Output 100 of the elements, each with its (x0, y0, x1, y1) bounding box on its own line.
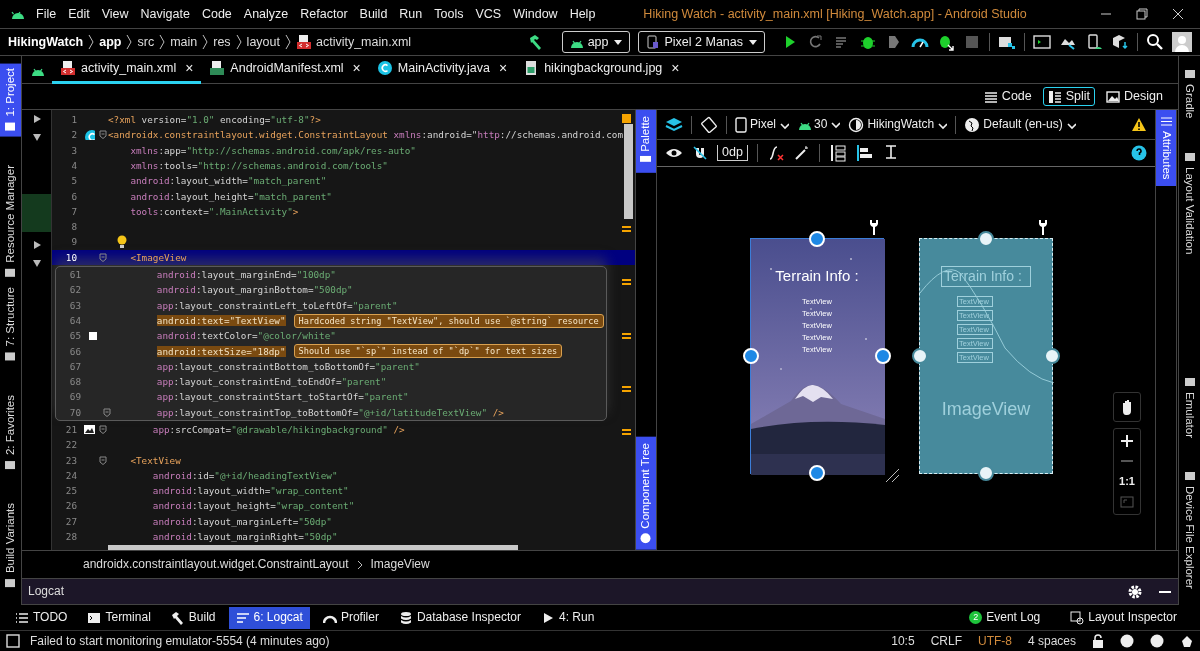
breadcrumb-item[interactable]: layout (246, 34, 280, 50)
line-number: 61 (68, 269, 82, 281)
code-line: <?xml version="1.0" encoding="utf-8"?> (108, 114, 321, 126)
line-number: 63 (68, 299, 82, 311)
cursor-position[interactable]: 10:5 (891, 633, 915, 649)
tool-window-tab[interactable]: Build Variants (0, 498, 21, 593)
menu-item[interactable]: Run (393, 6, 429, 22)
breadcrumb-item[interactable]: res (213, 34, 231, 50)
editor-tab[interactable]: activity_main.xml × (52, 55, 202, 84)
module-dropdown[interactable]: app (561, 31, 631, 53)
component-tree-tab[interactable]: Component Tree (636, 437, 656, 550)
breadcrumb-item[interactable]: activity_main.xml (315, 34, 412, 50)
code-line: android:layout_width="wrap_content" (151, 485, 349, 497)
tool-window-tab[interactable]: Emulator (1179, 372, 1200, 443)
code-line: app:layout_constraintBottom_toBottomOf="parent" (155, 360, 420, 372)
menu-item[interactable]: Edit (62, 6, 96, 22)
code-line: <TextView (129, 454, 181, 466)
code-line: <ImageView (129, 251, 187, 263)
tool-window-tab[interactable]: Build (163, 606, 223, 629)
code-line: android:layout_marginLeft="50dp" (151, 515, 332, 527)
margin-field[interactable]: 0dp (717, 145, 748, 161)
layout-inspector-tab[interactable]: Layout Inspector (1063, 606, 1184, 629)
menu-item[interactable]: Help (563, 6, 602, 22)
line-number: 68 (68, 376, 82, 388)
theme-dropdown[interactable]: HikingWatch (848, 116, 948, 133)
tool-window-tab[interactable]: Database Inspector (391, 606, 528, 629)
line-number: 69 (68, 391, 82, 403)
menu-item[interactable]: Navigate (134, 6, 196, 22)
close-tab-button[interactable]: × (671, 59, 680, 77)
window-title: Hiking Watch - activity_main.xml [Hiking_Watch.app] - Android Studio (643, 6, 1027, 22)
line-number: 28 (64, 531, 78, 543)
line-number: 7 (70, 205, 78, 217)
menu-item[interactable]: Window (507, 6, 564, 22)
tool-window-tab[interactable]: 7: Structure (0, 283, 21, 367)
close-tab-button[interactable]: × (185, 59, 194, 77)
locale-dropdown[interactable]: Default (en-us) (964, 116, 1076, 133)
breadcrumb-item[interactable]: HikingWatch (8, 34, 84, 50)
palette-tab[interactable]: Palette (636, 110, 656, 173)
line-number: 1 (70, 114, 78, 126)
menu-item[interactable]: View (95, 6, 135, 22)
breadcrumb-item[interactable]: main (170, 34, 198, 50)
line-number: 9 (70, 236, 78, 248)
file-encoding[interactable]: UTF-8 (977, 633, 1012, 649)
indent-setting[interactable]: 4 spaces (1027, 633, 1076, 649)
line-number: 3 (70, 144, 78, 156)
line-number: 70 (68, 406, 82, 418)
code-line: android:layout_marginRight="50dp" (151, 531, 338, 543)
tool-window-tab[interactable]: 4: Run (533, 606, 602, 629)
device-dropdown[interactable]: Pixel (735, 116, 789, 133)
line-number: 21 (64, 424, 78, 436)
tool-window-tab[interactable]: Terminal (80, 606, 158, 629)
tool-window-tab[interactable]: Profiler (315, 606, 386, 629)
line-number: 26 (64, 500, 78, 512)
tool-window-tab[interactable]: TODO (8, 606, 75, 629)
editor-tab[interactable]: AndroidManifest.xml × (201, 55, 369, 84)
code-line: <androidx.constraintlayout.widget.ConstraintLayout xmlns:android="http://schemas.android.com (108, 129, 623, 141)
line-number: 22 (64, 439, 78, 451)
tool-window-tab[interactable]: 2: Favorites (0, 390, 21, 475)
actual-size-button[interactable]: 1:1 (1119, 475, 1135, 489)
code-line: android:layout_width="match_parent" (129, 175, 327, 187)
editor-tab[interactable]: hikingbackground.jpg × (515, 55, 688, 84)
line-number: 10 (64, 251, 78, 263)
view-mode-button[interactable]: Split (1042, 87, 1096, 106)
breadcrumb-item[interactable]: androidx.constraintlayout.widget.ConstraintLayout (83, 557, 349, 572)
menu-item[interactable]: File (30, 6, 63, 22)
menu-item[interactable]: Analyze (237, 6, 295, 22)
line-number: 66 (68, 345, 82, 357)
attributes-tab[interactable]: Attributes (1156, 110, 1176, 186)
tool-window-tab[interactable]: 1: Project (0, 64, 21, 137)
line-separator[interactable]: CRLF (930, 633, 962, 649)
tool-window-tab[interactable]: Layout Validation (1179, 146, 1200, 258)
menu-item[interactable]: Tools (428, 6, 470, 22)
breadcrumb-item[interactable]: src (137, 34, 155, 50)
tool-window-tab[interactable]: 6: Logcat (228, 606, 310, 629)
line-number: 2 (70, 129, 78, 141)
tool-window-tab[interactable]: Resource Manager (0, 160, 21, 283)
editor-tab[interactable]: MainActivity.java × (368, 55, 516, 84)
code-line: app:layout_constraintLeft_toLeftOf="parent" (155, 299, 398, 311)
line-number: 4 (70, 159, 78, 172)
close-tab-button[interactable]: × (498, 59, 508, 77)
code-line: android:layout_height="match_parent" (129, 190, 332, 202)
close-tab-button[interactable]: × (352, 59, 361, 77)
code-line: app:layout_constraintStart_toStartOf="parent" (155, 391, 409, 403)
code-line: android:layout_height="wrap_content" (151, 500, 355, 512)
tool-window-tab[interactable]: Device File Explorer (1179, 466, 1200, 593)
line-number: 24 (64, 469, 78, 482)
menu-item[interactable]: Code (195, 6, 238, 22)
tool-window-tab[interactable]: Gradle (1179, 64, 1200, 123)
menu-item[interactable]: Refactor (294, 6, 354, 22)
event-log-tab[interactable]: 2 Event Log (962, 606, 1048, 629)
view-mode-button[interactable]: Code (978, 87, 1037, 106)
view-mode-button[interactable]: Design (1101, 87, 1168, 106)
device-dropdown[interactable]: Pixel 2 Manas (638, 31, 765, 53)
api-level-dropdown[interactable]: 30 (797, 117, 841, 132)
menu-item[interactable]: Build (353, 6, 394, 22)
breadcrumb-item[interactable]: ImageView (370, 557, 430, 572)
breadcrumb-item[interactable]: app (99, 34, 122, 50)
warning-tooltip: Should use "`sp`" instead of "`dp`" for text sizes (293, 344, 563, 359)
menu-item[interactable]: VCS (469, 6, 508, 22)
status-message: Failed to start monitoring emulator-5554 (4 minutes ago) (30, 633, 330, 649)
